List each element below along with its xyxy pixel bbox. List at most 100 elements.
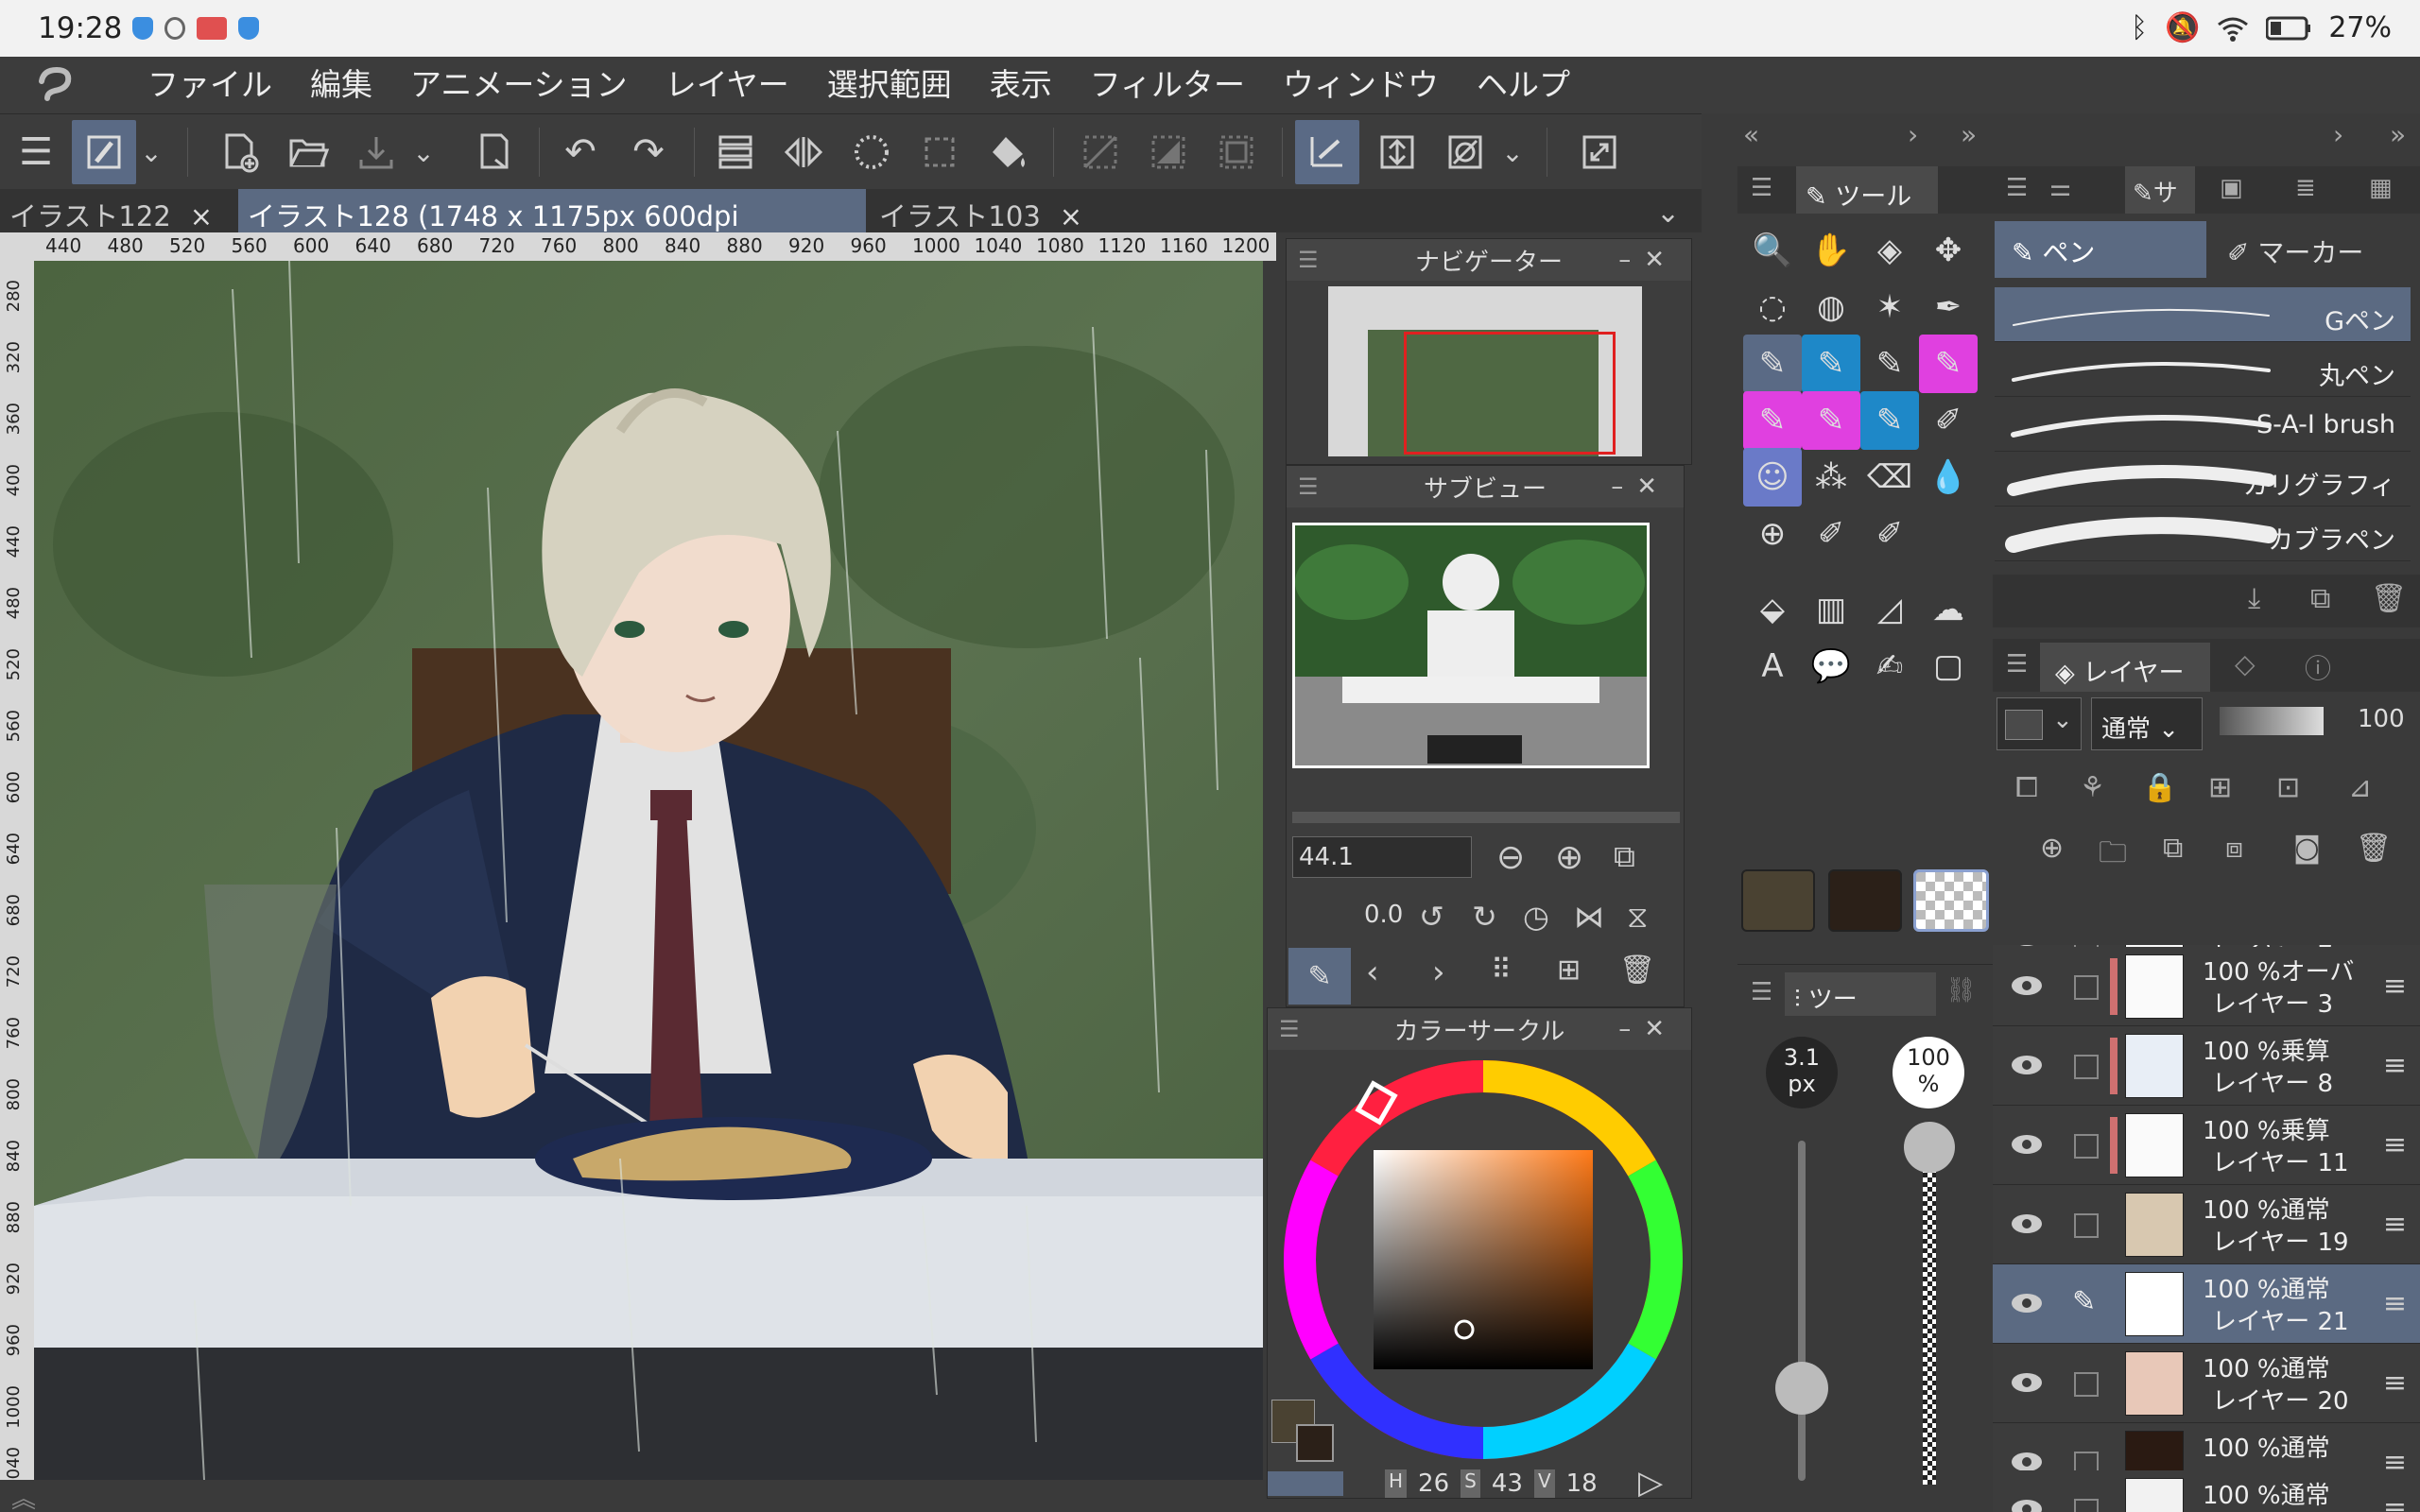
new-folder-icon[interactable]: 🗀 bbox=[2099, 832, 2127, 880]
eyedropper-icon[interactable]: ✎ bbox=[1288, 948, 1351, 1005]
chevron-down-icon[interactable]: ⌄ bbox=[1494, 120, 1531, 184]
blend-icon[interactable]: 💧 bbox=[1919, 448, 1978, 507]
pen-pink-icon[interactable]: ✎ bbox=[1743, 391, 1802, 450]
sub-tool-group-marker[interactable]: ✐ マーカー bbox=[2210, 221, 2418, 278]
eraser-icon[interactable]: ⌫ bbox=[1860, 448, 1919, 507]
export-icon[interactable] bbox=[463, 120, 527, 184]
zoom-icon[interactable]: 🔍 bbox=[1743, 221, 1802, 280]
film-icon[interactable]: ▦ bbox=[2369, 174, 2393, 202]
close-icon[interactable]: × bbox=[190, 200, 213, 232]
dock-collapse-bar[interactable]: ›» bbox=[1993, 119, 2420, 157]
layer-checkbox[interactable] bbox=[2074, 1055, 2099, 1079]
text-icon[interactable]: A bbox=[1743, 637, 1802, 696]
flip-horizontal-icon[interactable]: ⋈ bbox=[1574, 899, 1604, 935]
material-icon[interactable]: ▣ bbox=[2220, 174, 2243, 202]
menu-file[interactable]: ファイル bbox=[129, 64, 291, 106]
clear-selection-icon[interactable] bbox=[1068, 120, 1132, 184]
pen-blue-icon[interactable]: ✎ bbox=[1802, 335, 1860, 393]
layer-select-icon[interactable]: ◈ bbox=[1860, 221, 1919, 280]
redo-icon[interactable]: ↷ bbox=[616, 120, 681, 184]
layer-menu-icon[interactable]: ≡ bbox=[2383, 1208, 2407, 1241]
pen-tool-icon[interactable]: ✎ bbox=[1860, 335, 1919, 393]
trash-icon[interactable]: 🗑 bbox=[2371, 582, 2407, 615]
mask-icon[interactable]: ⊡ bbox=[2276, 771, 2300, 804]
eye-icon[interactable] bbox=[2010, 1370, 2044, 1395]
undo-icon[interactable]: ↶ bbox=[548, 120, 613, 184]
brush-item[interactable]: S-A-I brush bbox=[1995, 397, 2411, 452]
info-icon[interactable]: ⓘ bbox=[2305, 648, 2331, 686]
fullscreen-icon[interactable] bbox=[1567, 120, 1632, 184]
tab-illust-103[interactable]: イラスト103 × bbox=[870, 189, 1106, 232]
correct-line-icon[interactable]: ✍ bbox=[1860, 637, 1919, 696]
lock-transparency-icon[interactable]: ⊞ bbox=[2208, 771, 2232, 804]
layer-property-icon[interactable]: ◇ bbox=[2235, 648, 2256, 679]
brush-size-slider-thumb[interactable] bbox=[1775, 1362, 1828, 1415]
brush-item[interactable]: Gペン bbox=[1995, 287, 2411, 342]
rectangle-icon[interactable]: ▢ bbox=[1919, 637, 1978, 696]
special-ruler-icon[interactable] bbox=[1365, 120, 1429, 184]
drag-handle-icon[interactable]: ☰ bbox=[1279, 1016, 1300, 1042]
rotate-left-icon[interactable]: ↺ bbox=[1419, 899, 1444, 935]
eye-icon[interactable] bbox=[2010, 1291, 2044, 1315]
lock-icon[interactable]: 🔒 bbox=[2142, 771, 2177, 804]
lasso-icon[interactable]: ◌ bbox=[1743, 278, 1802, 336]
tab-tool-property[interactable]: ⫶ ツー bbox=[1785, 972, 1936, 1016]
tab-list-chevron-icon[interactable]: ⌄ bbox=[1656, 197, 1680, 230]
reference-layer-icon[interactable]: ⚘ bbox=[2080, 771, 2105, 804]
layer-menu-icon[interactable]: ≡ bbox=[2383, 1049, 2407, 1082]
eye-icon[interactable] bbox=[2010, 973, 2044, 998]
speech-bubble-icon[interactable]: 💬 bbox=[1802, 637, 1860, 696]
airbrush-icon[interactable]: ⁂ bbox=[1802, 448, 1860, 507]
copy-layer-icon[interactable]: ⧈ bbox=[2225, 832, 2243, 865]
flip-horizontal-icon[interactable] bbox=[771, 120, 836, 184]
opacity-slider-thumb[interactable] bbox=[1904, 1122, 1955, 1173]
sub-color-icon[interactable] bbox=[1828, 869, 1902, 932]
menu-animation[interactable]: アニメーション bbox=[391, 64, 647, 106]
play-icon[interactable]: ▷ bbox=[1638, 1464, 1663, 1502]
next-image-icon[interactable]: › bbox=[1432, 954, 1445, 991]
move-icon[interactable]: ✥ bbox=[1919, 221, 1978, 280]
pen-pink-icon[interactable]: ✎ bbox=[1802, 391, 1860, 450]
navigator-view-frame[interactable] bbox=[1404, 332, 1616, 455]
subview-zoom-field[interactable]: 44.1 bbox=[1292, 836, 1472, 878]
app-logo-icon[interactable] bbox=[34, 66, 76, 104]
subview-angle-field[interactable]: 0.0 bbox=[1364, 901, 1403, 929]
panel-controls[interactable]: –✕ bbox=[1618, 1015, 1678, 1043]
sub-color-swatch[interactable] bbox=[1296, 1424, 1334, 1462]
layer-menu-icon[interactable]: ≡ bbox=[2383, 1287, 2407, 1320]
chevron-down-icon[interactable]: ⌄ bbox=[405, 120, 442, 184]
fill-bucket-icon[interactable] bbox=[976, 120, 1040, 184]
menu-help[interactable]: ヘルプ bbox=[1458, 64, 1589, 106]
clip-icon[interactable]: ⧠ bbox=[2015, 771, 2038, 804]
layer-menu-icon[interactable]: ≡ bbox=[2383, 1493, 2407, 1512]
transform-icon[interactable] bbox=[839, 120, 904, 184]
grid-view-icon[interactable]: ⠿ bbox=[1491, 954, 1512, 987]
layer-menu-icon[interactable]: ≡ bbox=[2383, 1128, 2407, 1161]
drawing-canvas[interactable] bbox=[34, 261, 1263, 1480]
fill-icon[interactable]: ⬙ bbox=[1743, 580, 1802, 639]
balloon-icon[interactable]: ☁ bbox=[1919, 580, 1978, 639]
select-region-icon[interactable] bbox=[908, 120, 972, 184]
magic-wand-icon[interactable]: ✶ bbox=[1860, 278, 1919, 336]
layer-checkbox[interactable] bbox=[2074, 1372, 2099, 1397]
merge-down-icon[interactable]: ⧉ bbox=[2163, 832, 2183, 865]
new-layer-icon[interactable]: ⊕ bbox=[2040, 832, 2064, 865]
import-image-icon[interactable]: ⊞ bbox=[1557, 954, 1581, 987]
layer-checkbox[interactable] bbox=[2074, 1499, 2099, 1512]
eye-icon[interactable] bbox=[2010, 1497, 2044, 1512]
edit-pencil-icon[interactable]: ✎ bbox=[2072, 1285, 2096, 1318]
chevron-down-icon[interactable]: ⌄ bbox=[132, 120, 170, 184]
flip-vertical-icon[interactable]: ⧖ bbox=[1627, 899, 1648, 936]
rotate-right-icon[interactable]: ↻ bbox=[1472, 899, 1497, 935]
avatar-icon[interactable]: ☺ bbox=[1743, 448, 1802, 507]
transparent-swatch[interactable] bbox=[1268, 1471, 1343, 1496]
drag-handle-icon[interactable]: ☰ bbox=[2006, 174, 2028, 202]
sub-tool-group-pen[interactable]: ✎ ペン bbox=[1995, 221, 2206, 278]
marker-icon[interactable]: ✐ bbox=[1919, 391, 1978, 450]
layer-row[interactable]: 100 %通常 レイヤー 19 ≡ bbox=[1993, 1185, 2420, 1264]
import-brush-icon[interactable]: ⤓ bbox=[2248, 582, 2260, 615]
selection-border-icon[interactable] bbox=[1204, 120, 1269, 184]
trash-icon[interactable]: 🗑 bbox=[2356, 832, 2392, 865]
frame-icon[interactable]: ◿ bbox=[1860, 580, 1919, 639]
hue-ring[interactable] bbox=[1273, 1050, 1689, 1466]
